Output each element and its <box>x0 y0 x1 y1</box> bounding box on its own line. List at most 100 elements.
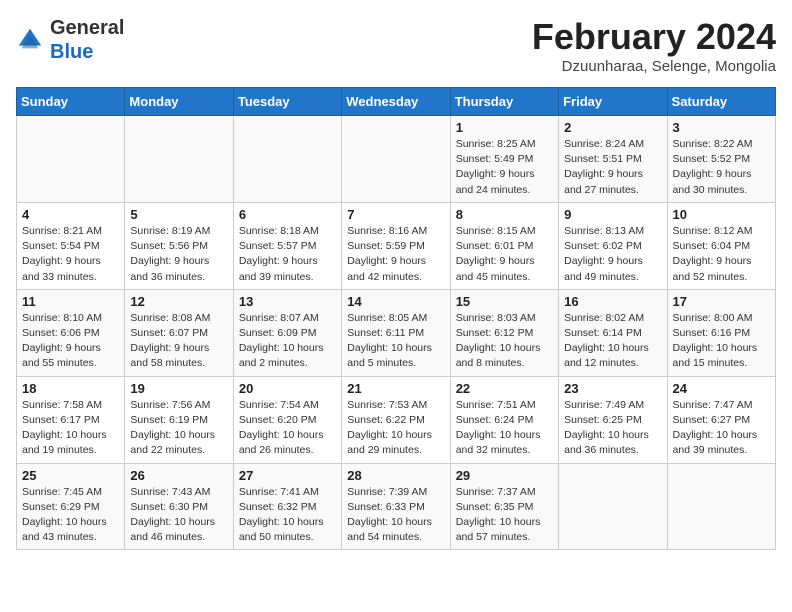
weekday-header-wednesday: Wednesday <box>342 88 450 116</box>
day-number: 9 <box>564 207 661 222</box>
calendar-cell: 20Sunrise: 7:54 AM Sunset: 6:20 PM Dayli… <box>233 376 341 463</box>
calendar-cell: 6 Sunrise: 8:18 AM Sunset: 5:57 PM Daylig… <box>233 202 341 289</box>
day-info: Sunrise: 8:12 AM Sunset: 6:04 PM Dayligh… <box>673 224 770 285</box>
calendar-table: SundayMondayTuesdayWednesdayThursdayFrid… <box>16 87 776 550</box>
calendar-cell <box>342 116 450 203</box>
day-number: 17 <box>673 294 770 309</box>
day-info: Sunrise: 8:08 AM Sunset: 6:07 PM Dayligh… <box>130 311 227 372</box>
day-info: Sunrise: 8:22 AM Sunset: 5:52 PM Dayligh… <box>673 137 770 198</box>
day-info: Sunrise: 7:37 AM Sunset: 6:35 PM Dayligh… <box>456 485 553 546</box>
day-info: Sunrise: 7:49 AM Sunset: 6:25 PM Dayligh… <box>564 398 661 459</box>
calendar-cell: 15 Sunrise: 8:03 AM Sunset: 6:12 PM Dayli… <box>450 289 558 376</box>
calendar-cell: 1Sunrise: 8:25 AM Sunset: 5:49 PM Daylig… <box>450 116 558 203</box>
day-number: 10 <box>673 207 770 222</box>
day-info: Sunrise: 8:19 AM Sunset: 5:56 PM Dayligh… <box>130 224 227 285</box>
day-number: 2 <box>564 120 661 135</box>
week-row-2: 4Sunrise: 8:21 AM Sunset: 5:54 PM Daylig… <box>17 202 776 289</box>
week-row-5: 25Sunrise: 7:45 AM Sunset: 6:29 PM Dayli… <box>17 463 776 550</box>
day-info: Sunrise: 8:02 AM Sunset: 6:14 PM Dayligh… <box>564 311 661 372</box>
day-number: 27 <box>239 468 336 483</box>
calendar-cell: 25Sunrise: 7:45 AM Sunset: 6:29 PM Dayli… <box>17 463 125 550</box>
calendar-cell <box>233 116 341 203</box>
logo-blue-text: Blue <box>50 41 93 63</box>
day-number: 13 <box>239 294 336 309</box>
calendar-cell: 14 Sunrise: 8:05 AM Sunset: 6:11 PM Dayli… <box>342 289 450 376</box>
calendar-cell <box>17 116 125 203</box>
calendar-cell: 22 Sunrise: 7:51 AM Sunset: 6:24 PM Dayli… <box>450 376 558 463</box>
calendar-title: February 2024 <box>532 16 776 58</box>
day-info: Sunrise: 8:24 AM Sunset: 5:51 PM Dayligh… <box>564 137 661 198</box>
day-number: 3 <box>673 120 770 135</box>
day-number: 18 <box>22 381 119 396</box>
week-row-1: 1Sunrise: 8:25 AM Sunset: 5:49 PM Daylig… <box>17 116 776 203</box>
logo-general-text: General <box>50 17 124 39</box>
week-row-4: 18 Sunrise: 7:58 AM Sunset: 6:17 PM Dayli… <box>17 376 776 463</box>
calendar-cell: 2 Sunrise: 8:24 AM Sunset: 5:51 PM Daylig… <box>559 116 667 203</box>
day-info: Sunrise: 7:43 AM Sunset: 6:30 PM Dayligh… <box>130 485 227 546</box>
day-info: Sunrise: 7:51 AM Sunset: 6:24 PM Dayligh… <box>456 398 553 459</box>
calendar-cell: 26Sunrise: 7:43 AM Sunset: 6:30 PM Dayli… <box>125 463 233 550</box>
calendar-cell: 17 Sunrise: 8:00 AM Sunset: 6:16 PM Dayli… <box>667 289 775 376</box>
calendar-cell: 3 Sunrise: 8:22 AM Sunset: 5:52 PM Daylig… <box>667 116 775 203</box>
calendar-body: 1Sunrise: 8:25 AM Sunset: 5:49 PM Daylig… <box>17 116 776 550</box>
day-info: Sunrise: 8:03 AM Sunset: 6:12 PM Dayligh… <box>456 311 553 372</box>
weekday-header-tuesday: Tuesday <box>233 88 341 116</box>
calendar-cell: 27Sunrise: 7:41 AM Sunset: 6:32 PM Dayli… <box>233 463 341 550</box>
day-info: Sunrise: 7:56 AM Sunset: 6:19 PM Dayligh… <box>130 398 227 459</box>
day-number: 8 <box>456 207 553 222</box>
calendar-cell: 19 Sunrise: 7:56 AM Sunset: 6:19 PM Dayli… <box>125 376 233 463</box>
day-number: 25 <box>22 468 119 483</box>
calendar-cell: 9 Sunrise: 8:13 AM Sunset: 6:02 PM Daylig… <box>559 202 667 289</box>
weekday-header-saturday: Saturday <box>667 88 775 116</box>
day-number: 22 <box>456 381 553 396</box>
day-info: Sunrise: 8:13 AM Sunset: 6:02 PM Dayligh… <box>564 224 661 285</box>
day-info: Sunrise: 8:16 AM Sunset: 5:59 PM Dayligh… <box>347 224 444 285</box>
weekday-header-monday: Monday <box>125 88 233 116</box>
calendar-cell: 21Sunrise: 7:53 AM Sunset: 6:22 PM Dayli… <box>342 376 450 463</box>
calendar-cell: 18 Sunrise: 7:58 AM Sunset: 6:17 PM Dayli… <box>17 376 125 463</box>
day-number: 7 <box>347 207 444 222</box>
calendar-cell: 5 Sunrise: 8:19 AM Sunset: 5:56 PM Daylig… <box>125 202 233 289</box>
calendar-cell: 13 Sunrise: 8:07 AM Sunset: 6:09 PM Dayli… <box>233 289 341 376</box>
calendar-cell: 23Sunrise: 7:49 AM Sunset: 6:25 PM Dayli… <box>559 376 667 463</box>
day-info: Sunrise: 8:07 AM Sunset: 6:09 PM Dayligh… <box>239 311 336 372</box>
day-info: Sunrise: 8:10 AM Sunset: 6:06 PM Dayligh… <box>22 311 119 372</box>
calendar-cell: 28Sunrise: 7:39 AM Sunset: 6:33 PM Dayli… <box>342 463 450 550</box>
day-number: 14 <box>347 294 444 309</box>
page-header: General Blue February 2024 Dzuunharaa, S… <box>16 16 776 75</box>
calendar-cell: 16 Sunrise: 8:02 AM Sunset: 6:14 PM Dayli… <box>559 289 667 376</box>
day-number: 15 <box>456 294 553 309</box>
title-block: February 2024 Dzuunharaa, Selenge, Mongo… <box>532 16 776 75</box>
day-number: 20 <box>239 381 336 396</box>
week-row-3: 11 Sunrise: 8:10 AM Sunset: 6:06 PM Dayli… <box>17 289 776 376</box>
day-info: Sunrise: 7:39 AM Sunset: 6:33 PM Dayligh… <box>347 485 444 546</box>
calendar-subtitle: Dzuunharaa, Selenge, Mongolia <box>532 58 776 75</box>
day-info: Sunrise: 8:05 AM Sunset: 6:11 PM Dayligh… <box>347 311 444 372</box>
day-info: Sunrise: 8:18 AM Sunset: 5:57 PM Dayligh… <box>239 224 336 285</box>
calendar-cell: 10 Sunrise: 8:12 AM Sunset: 6:04 PM Dayli… <box>667 202 775 289</box>
day-info: Sunrise: 8:25 AM Sunset: 5:49 PM Dayligh… <box>456 137 553 198</box>
calendar-cell: 8Sunrise: 8:15 AM Sunset: 6:01 PM Daylig… <box>450 202 558 289</box>
day-info: Sunrise: 8:00 AM Sunset: 6:16 PM Dayligh… <box>673 311 770 372</box>
calendar-header: SundayMondayTuesdayWednesdayThursdayFrid… <box>17 88 776 116</box>
calendar-cell: 11 Sunrise: 8:10 AM Sunset: 6:06 PM Dayli… <box>17 289 125 376</box>
weekday-header-row: SundayMondayTuesdayWednesdayThursdayFrid… <box>17 88 776 116</box>
day-number: 24 <box>673 381 770 396</box>
weekday-header-thursday: Thursday <box>450 88 558 116</box>
day-number: 6 <box>239 207 336 222</box>
day-number: 29 <box>456 468 553 483</box>
day-number: 4 <box>22 207 119 222</box>
day-number: 21 <box>347 381 444 396</box>
day-info: Sunrise: 7:58 AM Sunset: 6:17 PM Dayligh… <box>22 398 119 459</box>
day-number: 11 <box>22 294 119 309</box>
day-number: 5 <box>130 207 227 222</box>
calendar-cell: 24Sunrise: 7:47 AM Sunset: 6:27 PM Dayli… <box>667 376 775 463</box>
day-number: 16 <box>564 294 661 309</box>
day-number: 19 <box>130 381 227 396</box>
calendar-cell: 7 Sunrise: 8:16 AM Sunset: 5:59 PM Daylig… <box>342 202 450 289</box>
weekday-header-friday: Friday <box>559 88 667 116</box>
calendar-cell: 4Sunrise: 8:21 AM Sunset: 5:54 PM Daylig… <box>17 202 125 289</box>
calendar-cell <box>125 116 233 203</box>
calendar-cell: 12Sunrise: 8:08 AM Sunset: 6:07 PM Dayli… <box>125 289 233 376</box>
calendar-cell <box>559 463 667 550</box>
